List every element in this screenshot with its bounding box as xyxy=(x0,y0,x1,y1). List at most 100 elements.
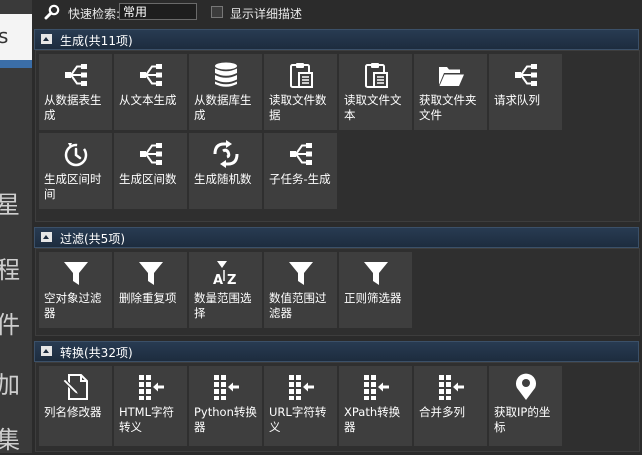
section-header-generate[interactable]: 生成(共11项) xyxy=(34,29,639,50)
detail-checkbox-label[interactable]: 显示详细描述 xyxy=(230,5,302,22)
section-generate: 生成(共11项) 从数据表生成 从文本生成 从数据库生成 读取文件数据 读取文件… xyxy=(34,29,640,223)
tile-label: 正则筛选器 xyxy=(344,291,402,305)
tile-read-file-data[interactable]: 读取文件数据 xyxy=(264,54,337,130)
tile-subtask-generate[interactable]: 子任务-生成 xyxy=(264,133,337,209)
tile-python-converter[interactable]: Python转换器 xyxy=(189,366,262,446)
tile-label: 删除重复项 xyxy=(119,291,177,305)
database-icon xyxy=(212,61,240,89)
search-input[interactable] xyxy=(119,3,197,20)
tile-label: 请求队列 xyxy=(494,93,540,107)
share-tree-icon xyxy=(137,140,165,168)
grid-arrow-icon xyxy=(287,373,315,401)
background-glyph: 程 xyxy=(0,256,20,284)
tile-number-range[interactable]: 生成区间数 xyxy=(114,133,187,209)
tile-label: 获取文件夹文件 xyxy=(419,93,477,122)
section-header-filter[interactable]: 过滤(共5项) xyxy=(34,227,639,248)
section-title: 生成(共11项) xyxy=(60,34,133,48)
share-tree-icon xyxy=(137,61,165,89)
tile-label: 数量范围选择 xyxy=(194,291,252,320)
grid-arrow-icon xyxy=(437,373,465,401)
share-tree-icon xyxy=(512,61,540,89)
background-panel: s xyxy=(0,14,32,60)
svg-text:A: A xyxy=(213,273,223,287)
tile-from-table[interactable]: 从数据表生成 xyxy=(39,54,112,130)
map-pin-icon xyxy=(512,373,540,401)
section-title: 过滤(共5项) xyxy=(60,232,125,246)
tile-grid: 从数据表生成 从文本生成 从数据库生成 读取文件数据 读取文件文本 获取文件夹文… xyxy=(35,50,640,222)
section-filter: 过滤(共5项) 空对象过滤器 删除重复项 AZ 数量范围选择 数值范围过滤器 正… xyxy=(34,227,640,339)
timer-icon xyxy=(62,140,90,168)
tile-label: HTML字符转义 xyxy=(119,405,175,434)
tile-random-number[interactable]: 生成随机数 xyxy=(189,133,262,209)
search-icon xyxy=(44,4,60,20)
tile-label: 从数据表生成 xyxy=(44,93,102,122)
background-glyph: 集 xyxy=(0,426,20,454)
tile-regex-filter[interactable]: 正则筛选器 xyxy=(339,252,412,328)
tile-label: 数值范围过滤器 xyxy=(269,291,327,320)
tile-label: 从文本生成 xyxy=(119,93,177,107)
sort-az-icon: AZ xyxy=(212,259,240,287)
tile-label: 生成区间时间 xyxy=(44,172,102,201)
tile-label: 合并多列 xyxy=(419,405,465,419)
tile-empty-filter[interactable]: 空对象过滤器 xyxy=(39,252,112,328)
grid-arrow-icon xyxy=(362,373,390,401)
tile-from-text[interactable]: 从文本生成 xyxy=(114,54,187,130)
tile-label: 列名修改器 xyxy=(44,405,102,419)
clipboard-icon xyxy=(362,61,390,89)
tile-label: 子任务-生成 xyxy=(269,172,331,186)
tile-folder-files[interactable]: 获取文件夹文件 xyxy=(414,54,487,130)
folder-open-icon xyxy=(437,61,465,89)
tile-merge-columns[interactable]: 合并多列 xyxy=(414,366,487,446)
filter-icon xyxy=(62,259,90,287)
section-header-transform[interactable]: 转换(共32项) xyxy=(34,341,639,362)
share-tree-icon xyxy=(62,61,90,89)
background-accent-bar xyxy=(0,60,32,68)
background-glyph: 加 xyxy=(0,371,20,399)
tile-label: 空对象过滤器 xyxy=(44,291,102,320)
component-panel: 生成(共11项) 从数据表生成 从文本生成 从数据库生成 读取文件数据 读取文件… xyxy=(32,26,642,453)
background-glyph: 星 xyxy=(0,191,20,219)
random-icon xyxy=(212,140,240,168)
grid-arrow-icon xyxy=(137,373,165,401)
tile-grid: 列名修改器 HTML字符转义 Python转换器 URL字符转义 XPath转换… xyxy=(35,362,640,452)
svg-text:Z: Z xyxy=(227,273,236,287)
filter-icon xyxy=(362,259,390,287)
section-transform: 转换(共32项) 列名修改器 HTML字符转义 Python转换器 URL字符转… xyxy=(34,341,640,453)
background-app-strip: s 星 程 件 加 集 xyxy=(0,0,32,454)
background-glyph: 件 xyxy=(0,311,20,339)
search-label: 快速检索: xyxy=(68,7,121,21)
tile-remove-duplicates[interactable]: 删除重复项 xyxy=(114,252,187,328)
filter-icon xyxy=(287,259,315,287)
tile-url-escape[interactable]: URL字符转义 xyxy=(264,366,337,446)
clipboard-icon xyxy=(287,61,315,89)
detail-checkbox[interactable] xyxy=(211,6,223,18)
collapse-icon[interactable] xyxy=(41,232,52,242)
tile-label: 获取IP的坐标 xyxy=(494,405,551,434)
tile-rename-columns[interactable]: 列名修改器 xyxy=(39,366,112,446)
tile-label: 读取文件数据 xyxy=(269,93,327,122)
tile-label: Python转换器 xyxy=(194,405,257,434)
tile-grid: 空对象过滤器 删除重复项 AZ 数量范围选择 数值范围过滤器 正则筛选器 xyxy=(35,248,640,336)
tile-from-database[interactable]: 从数据库生成 xyxy=(189,54,262,130)
tile-time-range[interactable]: 生成区间时间 xyxy=(39,133,112,209)
tile-label: 读取文件文本 xyxy=(344,93,402,122)
tile-label: XPath转换器 xyxy=(344,405,401,434)
tile-ip-location[interactable]: 获取IP的坐标 xyxy=(489,366,562,446)
tile-label: 生成区间数 xyxy=(119,172,177,186)
tile-xpath-converter[interactable]: XPath转换器 xyxy=(339,366,412,446)
tile-label: 生成随机数 xyxy=(194,172,252,186)
tile-count-range[interactable]: AZ 数量范围选择 xyxy=(189,252,262,328)
tile-label: URL字符转义 xyxy=(269,405,327,434)
tile-request-queue[interactable]: 请求队列 xyxy=(489,54,562,130)
share-tree-icon xyxy=(287,140,315,168)
grid-arrow-icon xyxy=(212,373,240,401)
section-title: 转换(共32项) xyxy=(60,346,133,360)
collapse-icon[interactable] xyxy=(41,346,52,356)
tile-value-range[interactable]: 数值范围过滤器 xyxy=(264,252,337,328)
tile-read-file-text[interactable]: 读取文件文本 xyxy=(339,54,412,130)
search-toolbar: 快速检索: 显示详细描述 xyxy=(32,0,642,26)
background-text: s xyxy=(0,24,9,48)
tile-html-escape[interactable]: HTML字符转义 xyxy=(114,366,187,446)
collapse-icon[interactable] xyxy=(41,34,52,44)
edit-document-icon xyxy=(62,373,90,401)
